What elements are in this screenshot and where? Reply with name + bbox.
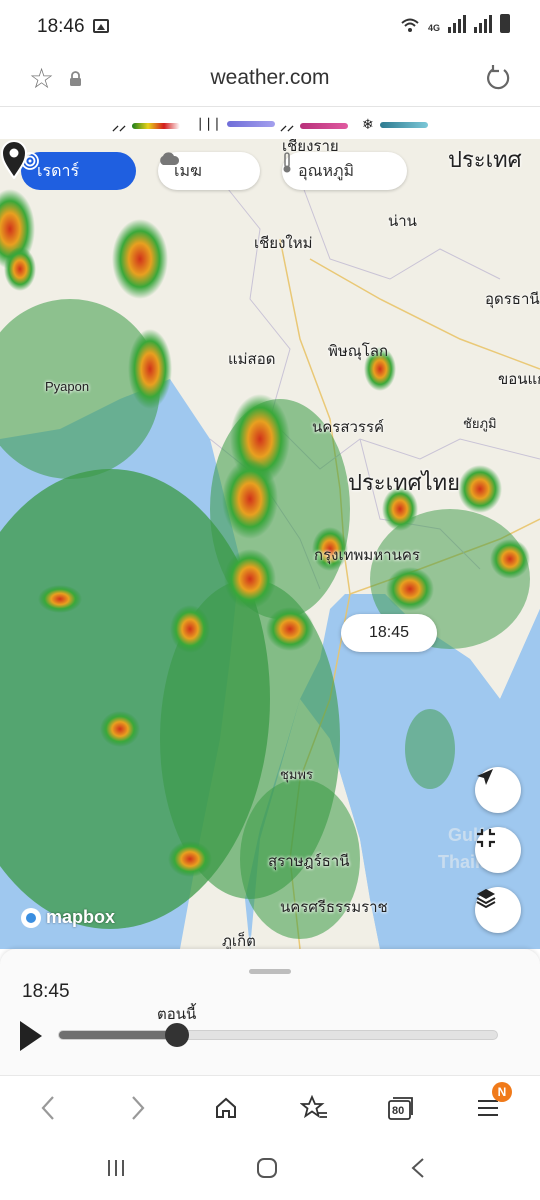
system-nav-bar	[0, 1137, 540, 1200]
map-label-khon-kaen: ขอนแก่น	[498, 371, 540, 388]
url-text[interactable]: weather.com	[0, 66, 540, 90]
map-label-udon: อุดรธานี	[485, 291, 540, 308]
gallery-notification-icon	[93, 19, 109, 33]
cloud-icon	[160, 152, 180, 165]
browser-bottom-nav: 80 N	[0, 1075, 540, 1138]
back-system-icon[interactable]	[410, 1157, 426, 1179]
reload-icon[interactable]	[484, 64, 512, 92]
status-time: 18:46	[37, 16, 85, 37]
map-label-nakhon-sawan: นครสวรรค์	[312, 419, 385, 436]
navigation-arrow-icon	[477, 769, 493, 785]
chevron-left-icon	[41, 1096, 54, 1120]
my-location-button[interactable]	[475, 767, 521, 813]
ice-gradient	[300, 122, 348, 129]
map-label-surat: สุราษฎร์ธานี	[268, 853, 350, 870]
battery-icon	[500, 14, 510, 33]
map-label-phuket: ภูเก็ต	[222, 933, 256, 949]
pin-time-bubble[interactable]: 18:45	[341, 614, 437, 652]
map-label-thailand: ประเทศไทย	[348, 470, 461, 495]
network-type: 4G	[427, 23, 440, 33]
menu-icon	[478, 1100, 498, 1116]
play-button[interactable]	[20, 1021, 42, 1051]
star-list-icon	[300, 1095, 327, 1119]
wifi-icon	[401, 18, 419, 32]
tabs-button[interactable]: 80	[381, 1088, 421, 1128]
radar-layer-label: เรดาร์	[37, 162, 80, 180]
radar-layer-button[interactable]: เรดาร์	[21, 152, 136, 190]
legend-ice: ⸝⸝	[280, 116, 348, 135]
radar-map[interactable]: เรดาร์ เมฆ อุณหภูมิ เชียงราย เชียงใหม่ น…	[0, 139, 540, 949]
fullscreen-exit-icon	[477, 829, 495, 847]
mapbox-attribution[interactable]: mapbox	[21, 907, 115, 928]
clouds-layer-button[interactable]: เมฆ	[158, 152, 260, 190]
signal-icon-2	[474, 15, 492, 33]
map-label-pyapon: Pyapon	[45, 379, 90, 394]
map-label-chiang-rai: เชียงราย	[282, 139, 339, 155]
timeline-time: 18:45	[22, 981, 70, 1002]
legend-mix: ᛁᛁᛁ	[196, 116, 276, 132]
menu-button[interactable]: N	[468, 1082, 512, 1128]
layers-button[interactable]	[475, 887, 521, 933]
recent-apps-icon[interactable]	[105, 1157, 127, 1179]
forward-button[interactable]	[118, 1088, 158, 1128]
home-icon	[216, 1097, 236, 1118]
map-label-bangkok: กรุงเทพมหานคร	[314, 547, 420, 564]
legend-snow: ❄	[362, 116, 428, 133]
timeline-thumb[interactable]	[165, 1023, 190, 1047]
back-button[interactable]	[28, 1088, 68, 1128]
menu-badge: N	[492, 1082, 512, 1102]
home-button[interactable]	[206, 1088, 246, 1128]
sheet-drag-handle[interactable]	[249, 969, 291, 974]
bookmarks-button[interactable]	[294, 1088, 334, 1128]
map-label-laos: ประเทศ	[448, 147, 522, 172]
fullscreen-button[interactable]	[475, 827, 521, 873]
legend-rain: ⸝⸝	[112, 116, 180, 135]
status-icons: 4G	[400, 14, 510, 33]
home-system-icon[interactable]	[256, 1157, 278, 1179]
ice-icon: ⸝⸝	[280, 117, 294, 133]
map-label-nan: น่าน	[388, 213, 417, 230]
map-label-phitsanulok: พิษณุโลก	[328, 343, 389, 360]
map-label-chumphon: ชุมพร	[280, 767, 313, 782]
tabs-count: 80	[392, 1105, 405, 1117]
layers-icon	[476, 889, 496, 909]
map-label-chiang-mai: เชียงใหม่	[254, 235, 313, 252]
location-pin-icon[interactable]	[0, 139, 28, 179]
map-label-mae-sot: แม่สอด	[228, 351, 276, 368]
temperature-layer-label: อุณหภูมิ	[298, 162, 355, 180]
status-bar: 18:46 4G	[0, 0, 540, 54]
timeline-sheet: 18:45 ตอนนี้	[0, 949, 540, 1075]
snow-gradient	[379, 121, 428, 128]
signal-icon	[448, 15, 466, 33]
mix-gradient	[227, 121, 276, 127]
map-label-chaiyaphum: ชัยภูมิ	[463, 416, 497, 431]
timeline-progress	[59, 1031, 178, 1039]
mapbox-logo-icon	[21, 907, 41, 928]
chevron-right-icon	[132, 1096, 145, 1120]
browser-address-bar: ☆ weather.com	[0, 54, 540, 107]
map-label-nakhon-si: นครศรีธรรมราช	[280, 899, 388, 916]
snow-icon: ❄	[362, 116, 374, 132]
mapbox-label: mapbox	[46, 907, 116, 927]
mix-icon: ᛁᛁᛁ	[196, 116, 222, 132]
rain-gradient	[132, 122, 180, 129]
precip-legend: ⸝⸝ ᛁᛁᛁ ⸝⸝ ❄	[0, 107, 540, 139]
rain-icon: ⸝⸝	[112, 117, 126, 133]
timeline-slider[interactable]	[58, 1023, 498, 1047]
